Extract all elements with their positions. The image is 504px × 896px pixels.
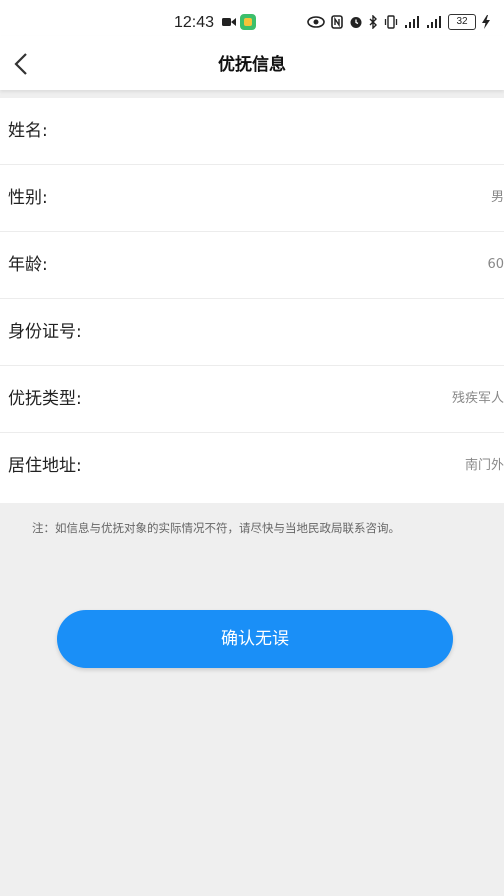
form-row-id-number: 身份证号: [0,299,504,366]
row-label: 年龄: [8,255,48,275]
row-label: 居住地址: [8,456,82,476]
page-title: 优抚信息 [218,55,286,75]
nfc-icon [331,15,343,29]
signal-1-icon [404,15,420,29]
row-label: 姓名: [8,121,48,141]
nav-bar: 优抚信息 [0,36,504,90]
battery-icon: 32 [448,14,476,30]
row-label: 身份证号: [8,322,82,342]
vibrate-icon [384,15,398,29]
form-row-type: 优抚类型: 残疾军人 [0,366,504,433]
charging-icon [482,15,490,29]
form-row-gender: 性别: 男 [0,165,504,232]
status-left-icons [222,14,256,30]
row-label: 优抚类型: [8,389,82,409]
bluetooth-icon [369,15,378,29]
app-notification-icon [240,14,256,30]
info-form: 姓名: 性别: 男 年龄: 60 身份证号: 优抚类型: 残疾军人 居住地址: … [0,98,504,503]
eye-icon [307,16,325,28]
signal-2-icon [426,15,442,29]
form-row-address: 居住地址: 南门外 [0,433,504,503]
note-text: 注：如信息与优抚对象的实际情况不符，请尽快与当地民政局联系咨询。 [32,521,400,535]
alarm-icon [349,15,363,29]
status-right-icons: 32 [307,14,490,30]
row-value: 60 [487,257,504,272]
confirm-button[interactable]: 确认无误 [57,610,453,668]
row-label: 性别: [8,188,48,208]
status-time: 12:43 [174,14,215,31]
form-row-age: 年龄: 60 [0,232,504,299]
form-row-name: 姓名: [0,98,504,165]
video-camera-icon [222,16,236,28]
row-value: 南门外 [464,458,504,473]
row-value: 残疾军人 [451,391,504,406]
screen: 12:43 32 优抚信息 姓名: 性别: 男 年龄: 60 身份证号: 优抚类… [0,0,504,896]
row-value: 男 [490,190,504,205]
